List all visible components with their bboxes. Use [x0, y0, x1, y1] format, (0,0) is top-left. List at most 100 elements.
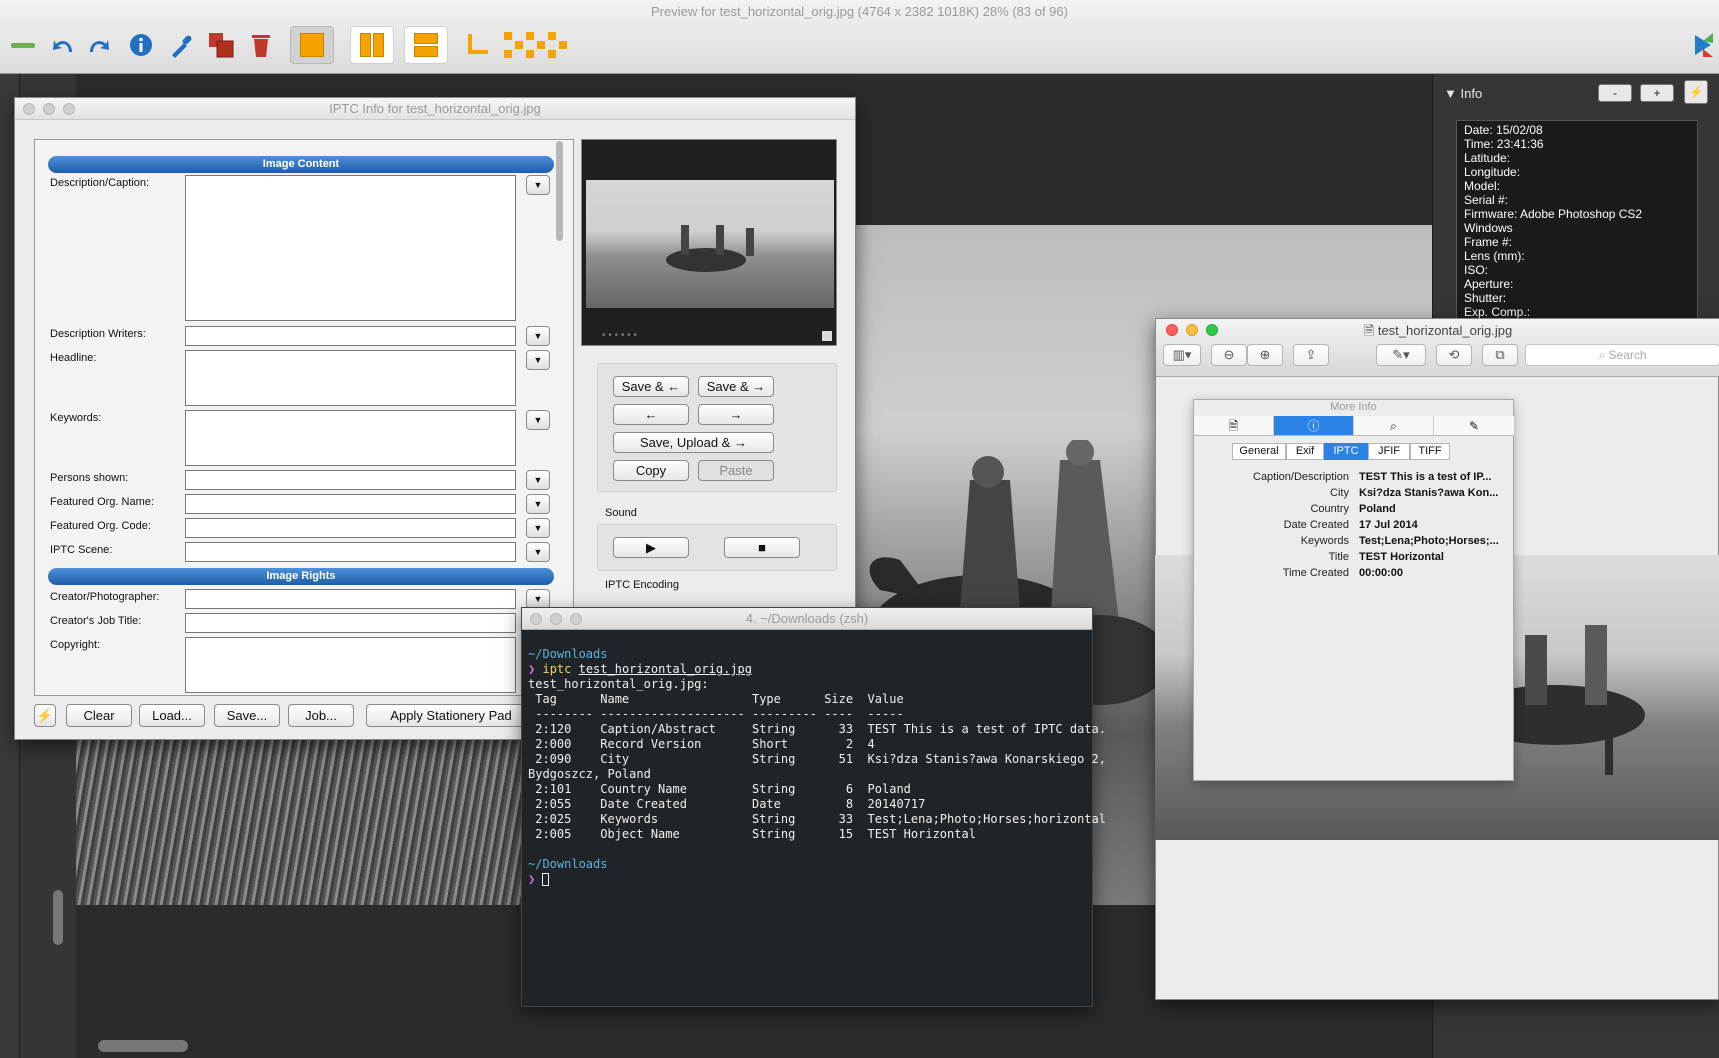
clear-button[interactable]: Clear: [66, 704, 132, 727]
general-doc-icon[interactable]: 🗎: [1194, 416, 1274, 436]
metadata-row: Date Created 17 Jul 2014: [1194, 519, 1515, 535]
pencil-icon[interactable]: ✎: [1434, 416, 1514, 436]
terminal-output[interactable]: ~/Downloads ❯ iptc test_horizontal_orig.j…: [528, 647, 1106, 887]
search-icon: ⌕: [1598, 348, 1609, 362]
chevron-down-icon[interactable]: ▼: [526, 410, 550, 430]
single-view-icon[interactable]: [290, 26, 334, 64]
close-button[interactable]: [23, 103, 35, 115]
rotate-icon[interactable]: ⟲: [1436, 344, 1472, 366]
chevron-down-icon[interactable]: ▼: [526, 589, 550, 609]
sidebar-toggle-icon[interactable]: ▥▾: [1163, 344, 1201, 366]
chevron-down-icon[interactable]: ▼: [526, 542, 550, 562]
description-writers-field[interactable]: [185, 326, 516, 346]
keywords-field[interactable]: [185, 410, 516, 466]
terminal-prompt: ❯: [528, 872, 536, 886]
info-plus-button[interactable]: +: [1640, 84, 1674, 102]
chevron-down-icon[interactable]: ▼: [526, 326, 550, 346]
chevron-down-icon[interactable]: ▼: [526, 494, 550, 514]
next-button[interactable]: →: [698, 404, 774, 425]
metadata-key: Date Created: [1283, 519, 1349, 531]
lightning-icon[interactable]: ⚡: [1684, 80, 1708, 104]
crop-corner-icon[interactable]: [460, 28, 494, 62]
more-info-title: More Info: [1330, 401, 1377, 413]
terminal-table-header: Tag Name Type Size Value: [528, 692, 904, 706]
zoom-in-icon[interactable]: ⊕: [1247, 344, 1283, 366]
play-icon[interactable]: ▶: [613, 537, 689, 558]
redo-icon[interactable]: [82, 28, 116, 62]
tab-jfif[interactable]: JFIF: [1368, 443, 1410, 460]
prev-button[interactable]: ←: [613, 404, 689, 425]
save-prev-button[interactable]: Save & ←: [613, 376, 689, 397]
zoom-button[interactable]: [570, 613, 582, 625]
tab-general[interactable]: General: [1232, 443, 1286, 460]
info-icon[interactable]: ⓘ: [1274, 416, 1354, 436]
undo-icon[interactable]: [46, 28, 80, 62]
tab-exif[interactable]: Exif: [1286, 443, 1324, 460]
zoom-button[interactable]: [63, 103, 75, 115]
terminal-cursor[interactable]: [542, 873, 550, 886]
markup-pen-icon[interactable]: ✎▾: [1376, 344, 1426, 366]
two-column-view-icon[interactable]: [350, 26, 394, 64]
minus-icon[interactable]: [6, 28, 40, 62]
share-icon[interactable]: ⇪: [1293, 344, 1329, 366]
terminal-prompt: ❯: [528, 662, 536, 676]
terminal-command: iptc: [542, 662, 572, 676]
chevron-down-icon[interactable]: ▼: [526, 518, 550, 538]
toolbox-icon[interactable]: ⧉: [1482, 344, 1518, 366]
grid-view-icon[interactable]: [500, 28, 574, 62]
disclosure-triangle-icon: ▼: [1444, 86, 1461, 101]
terminal-table-row: 2:025 Keywords String 33 Test;Lena;Photo…: [528, 812, 1106, 826]
copyright-field[interactable]: [185, 637, 516, 693]
chevron-down-icon[interactable]: ▼: [526, 470, 550, 490]
terminal-window: 4. ~/Downloads (zsh) ~/Downloads ❯ iptc t…: [521, 607, 1106, 1007]
tab-iptc[interactable]: IPTC: [1324, 443, 1368, 460]
minimize-button[interactable]: [550, 613, 562, 625]
terminal-table-row: 2:120 Caption/Abstract String 33 TEST Th…: [528, 722, 1106, 736]
headline-field[interactable]: [185, 350, 516, 406]
load-button[interactable]: Load...: [139, 704, 205, 727]
search-icon[interactable]: ⌕: [1354, 416, 1434, 436]
document-icon: 🗎: [1363, 323, 1378, 338]
thumbnail-resize-handle[interactable]: [822, 331, 832, 341]
job-button[interactable]: Job...: [288, 704, 354, 727]
featured-org-code-field[interactable]: [185, 518, 516, 538]
trash-icon[interactable]: [244, 28, 278, 62]
search-field[interactable]: ⌕ Search: [1525, 344, 1719, 366]
persons-shown-field[interactable]: [185, 470, 516, 490]
eyedropper-icon[interactable]: [164, 28, 198, 62]
paste-button[interactable]: Paste: [698, 460, 774, 481]
apply-stationery-pad-button[interactable]: Apply Stationery Pad: [366, 704, 536, 727]
stop-icon[interactable]: ■: [724, 537, 800, 558]
lightning-icon[interactable]: ⚡: [34, 704, 56, 727]
info-line: Longitude:: [1464, 165, 1521, 179]
vertical-scrollbar[interactable]: [53, 890, 63, 945]
save-upload-next-button[interactable]: Save, Upload & →: [613, 432, 774, 453]
save-next-button[interactable]: Save & →: [698, 376, 774, 397]
save-file-button[interactable]: Save...: [214, 704, 280, 727]
tab-tiff[interactable]: TIFF: [1410, 443, 1450, 460]
creator-photographer-field[interactable]: [185, 589, 516, 609]
terminal-file-header: test_horizontal_orig.jpg:: [528, 677, 709, 691]
creators-job-title-field[interactable]: [185, 613, 516, 633]
chevron-down-icon[interactable]: ▼: [526, 175, 550, 195]
horizontal-scrollbar[interactable]: [98, 1040, 188, 1052]
metadata-value: Poland: [1359, 503, 1396, 515]
info-minus-button[interactable]: -: [1598, 84, 1632, 102]
description-caption-field[interactable]: [185, 175, 516, 321]
minimize-button[interactable]: [43, 103, 55, 115]
info-icon[interactable]: [124, 28, 158, 62]
info-line: Aperture:: [1464, 277, 1514, 291]
two-row-view-icon[interactable]: [404, 26, 448, 64]
featured-org-name-field[interactable]: [185, 494, 516, 514]
info-panel-title[interactable]: ▼ Info: [1444, 86, 1482, 101]
zoom-out-icon[interactable]: ⊖: [1211, 344, 1247, 366]
form-scrollbar[interactable]: [556, 141, 563, 241]
copy-icon[interactable]: [204, 28, 238, 62]
copy-button[interactable]: Copy: [613, 460, 689, 481]
featured-org-name-label: Featured Org. Name:: [50, 496, 154, 508]
app-logo-icon: [1690, 28, 1718, 62]
chevron-down-icon[interactable]: ▼: [526, 350, 550, 370]
close-button[interactable]: [530, 613, 542, 625]
terminal-table-row: 2:101 Country Name String 6 Poland: [528, 782, 911, 796]
iptc-scene-field[interactable]: [185, 542, 516, 562]
